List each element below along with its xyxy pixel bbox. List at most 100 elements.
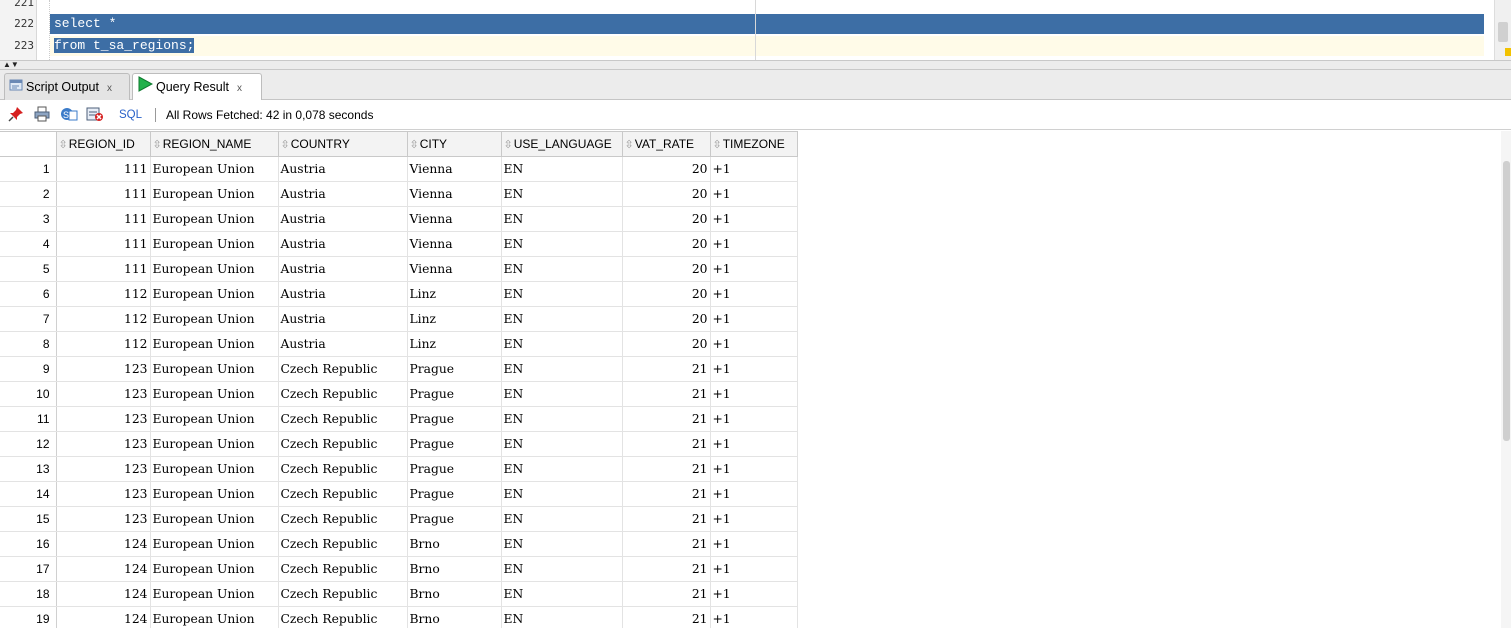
- cell-vat-rate[interactable]: 21: [622, 606, 711, 628]
- cell-use-language[interactable]: EN: [501, 406, 623, 432]
- splitter-arrows-icon[interactable]: ▲▼: [3, 60, 19, 70]
- cell-city[interactable]: Prague: [407, 456, 502, 482]
- row-number[interactable]: 14: [0, 481, 57, 507]
- cell-city[interactable]: Prague: [407, 506, 502, 532]
- cell-vat-rate[interactable]: 21: [622, 506, 711, 532]
- cell-timezone[interactable]: +1: [710, 381, 798, 407]
- cell-vat-rate[interactable]: 21: [622, 481, 711, 507]
- cell-country[interactable]: Czech Republic: [278, 456, 408, 482]
- row-number[interactable]: 5: [0, 256, 57, 282]
- cell-use-language[interactable]: EN: [501, 431, 623, 457]
- column-header-timezone[interactable]: ⇳TIMEZONE: [709, 131, 798, 157]
- cell-vat-rate[interactable]: 20: [622, 256, 711, 282]
- cell-country[interactable]: Austria: [278, 156, 408, 182]
- cell-vat-rate[interactable]: 21: [622, 581, 711, 607]
- cell-region-id[interactable]: 123: [56, 381, 151, 407]
- cell-vat-rate[interactable]: 20: [622, 281, 711, 307]
- cell-timezone[interactable]: +1: [710, 256, 798, 282]
- cell-timezone[interactable]: +1: [710, 556, 798, 582]
- cell-use-language[interactable]: EN: [501, 331, 623, 357]
- cell-region-name[interactable]: European Union: [150, 506, 279, 532]
- cell-timezone[interactable]: +1: [710, 581, 798, 607]
- row-number[interactable]: 13: [0, 456, 57, 482]
- cell-region-id[interactable]: 124: [56, 606, 151, 628]
- row-number[interactable]: 19: [0, 606, 57, 628]
- cell-region-id[interactable]: 111: [56, 206, 151, 232]
- table-row[interactable]: 15 123 European Union Czech Republic Prague E…: [0, 506, 798, 532]
- cell-use-language[interactable]: EN: [501, 581, 623, 607]
- cell-city[interactable]: Brno: [407, 556, 502, 582]
- row-number[interactable]: 18: [0, 581, 57, 607]
- query-result-grid[interactable]: ⇳REGION_ID ⇳REGION_NAME ⇳COUNTRY ⇳CITY ⇳USE_…: [0, 131, 1511, 628]
- cell-timezone[interactable]: +1: [710, 431, 798, 457]
- cell-region-id[interactable]: 112: [56, 281, 151, 307]
- column-header-use-language[interactable]: ⇳USE_LANGUAGE: [500, 131, 623, 157]
- table-row[interactable]: 12 123 European Union Czech Republic Prague E…: [0, 431, 798, 457]
- refresh-sql-icon[interactable]: S: [60, 106, 78, 124]
- cell-region-id[interactable]: 123: [56, 506, 151, 532]
- cell-timezone[interactable]: +1: [710, 281, 798, 307]
- cell-use-language[interactable]: EN: [501, 381, 623, 407]
- row-number[interactable]: 2: [0, 181, 57, 207]
- cell-region-name[interactable]: European Union: [150, 606, 279, 628]
- table-row[interactable]: 1 111 European Union Austria Vienna EN 20 +1: [0, 156, 798, 182]
- column-header-vat-rate[interactable]: ⇳VAT_RATE: [621, 131, 711, 157]
- cell-region-name[interactable]: European Union: [150, 256, 279, 282]
- cell-region-name[interactable]: European Union: [150, 331, 279, 357]
- cell-use-language[interactable]: EN: [501, 156, 623, 182]
- row-number[interactable]: 15: [0, 506, 57, 532]
- row-number[interactable]: 10: [0, 381, 57, 407]
- sql-editor[interactable]: 221 222 223 select * from t_sa_regions;: [0, 0, 1511, 60]
- cell-vat-rate[interactable]: 20: [622, 331, 711, 357]
- cell-region-name[interactable]: European Union: [150, 581, 279, 607]
- close-icon[interactable]: x: [107, 83, 112, 94]
- cell-region-id[interactable]: 112: [56, 306, 151, 332]
- cell-city[interactable]: Prague: [407, 381, 502, 407]
- table-row[interactable]: 10 123 European Union Czech Republic Prague E…: [0, 381, 798, 407]
- cell-timezone[interactable]: +1: [710, 456, 798, 482]
- sort-icon[interactable]: ⇳: [281, 139, 290, 151]
- cell-country[interactable]: Czech Republic: [278, 581, 408, 607]
- row-number[interactable]: 9: [0, 356, 57, 382]
- cell-timezone[interactable]: +1: [710, 481, 798, 507]
- row-number[interactable]: 6: [0, 281, 57, 307]
- cell-vat-rate[interactable]: 20: [622, 231, 711, 257]
- cell-region-name[interactable]: European Union: [150, 306, 279, 332]
- cell-city[interactable]: Linz: [407, 331, 502, 357]
- cell-region-id[interactable]: 123: [56, 456, 151, 482]
- sort-icon[interactable]: ⇳: [625, 139, 634, 151]
- cell-timezone[interactable]: +1: [710, 606, 798, 628]
- cell-vat-rate[interactable]: 21: [622, 431, 711, 457]
- cell-region-id[interactable]: 124: [56, 556, 151, 582]
- cell-use-language[interactable]: EN: [501, 481, 623, 507]
- cell-country[interactable]: Czech Republic: [278, 356, 408, 382]
- cell-vat-rate[interactable]: 21: [622, 406, 711, 432]
- row-number[interactable]: 17: [0, 556, 57, 582]
- cell-country[interactable]: Austria: [278, 331, 408, 357]
- cell-use-language[interactable]: EN: [501, 531, 623, 557]
- row-number[interactable]: 3: [0, 206, 57, 232]
- cell-use-language[interactable]: EN: [501, 356, 623, 382]
- scrollbar-thumb[interactable]: [1503, 161, 1510, 441]
- cell-city[interactable]: Vienna: [407, 206, 502, 232]
- cell-use-language[interactable]: EN: [501, 206, 623, 232]
- cell-country[interactable]: Czech Republic: [278, 431, 408, 457]
- table-row[interactable]: 7 112 European Union Austria Linz EN 20 +1: [0, 306, 798, 332]
- column-header-region-name[interactable]: ⇳REGION_NAME: [149, 131, 279, 157]
- table-row[interactable]: 8 112 European Union Austria Linz EN 20 +1: [0, 331, 798, 357]
- cell-country[interactable]: Austria: [278, 281, 408, 307]
- cell-region-name[interactable]: European Union: [150, 556, 279, 582]
- row-number[interactable]: 16: [0, 531, 57, 557]
- cell-city[interactable]: Brno: [407, 531, 502, 557]
- cell-city[interactable]: Prague: [407, 356, 502, 382]
- pane-splitter[interactable]: ▲▼: [0, 60, 1511, 70]
- cell-country[interactable]: Czech Republic: [278, 406, 408, 432]
- cell-region-name[interactable]: European Union: [150, 156, 279, 182]
- cell-city[interactable]: Vienna: [407, 181, 502, 207]
- cell-city[interactable]: Brno: [407, 581, 502, 607]
- cell-region-name[interactable]: European Union: [150, 481, 279, 507]
- cell-use-language[interactable]: EN: [501, 306, 623, 332]
- cell-city[interactable]: Linz: [407, 306, 502, 332]
- cell-city[interactable]: Prague: [407, 406, 502, 432]
- table-row[interactable]: 4 111 European Union Austria Vienna EN 20 +1: [0, 231, 798, 257]
